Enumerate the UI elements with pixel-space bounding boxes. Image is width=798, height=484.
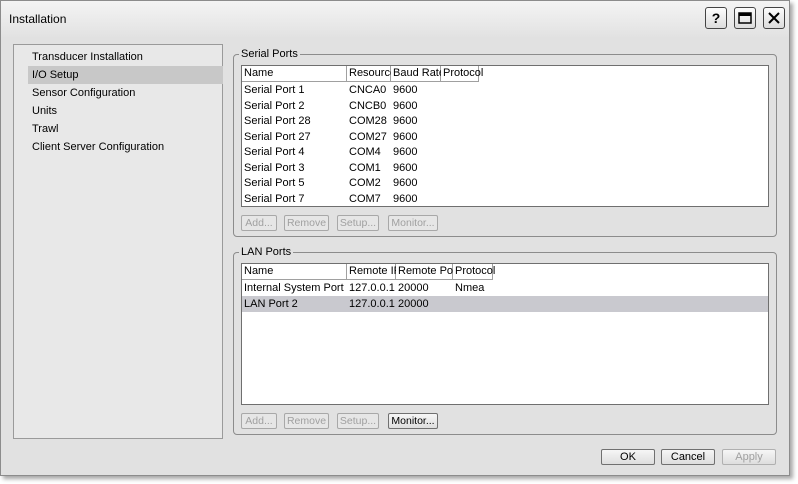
table-row[interactable]: Serial Port 4 COM4 9600 xyxy=(242,144,768,160)
table-cell: Nmea xyxy=(455,282,485,294)
serial-ports-title: Serial Ports xyxy=(239,48,300,60)
table-cell xyxy=(441,82,443,98)
table-cell: LAN Port 2 xyxy=(244,297,298,310)
table-cell: 20000 xyxy=(398,282,429,294)
table-cell: 9600 xyxy=(393,146,418,158)
column-header[interactable]: Protocol xyxy=(453,264,495,280)
table-cell: Serial Port 2 xyxy=(244,99,305,112)
lan-remove-button[interactable]: Remove xyxy=(284,413,329,429)
nav-item[interactable]: Sensor Configuration xyxy=(28,84,223,102)
table-row[interactable]: Serial Port 1 CNCA0 9600 xyxy=(242,82,768,98)
column-header[interactable]: Name xyxy=(242,66,347,82)
lan-add-button[interactable]: Add... xyxy=(241,413,277,429)
table-cell: COM1 xyxy=(349,161,381,174)
table-row[interactable]: Internal System Port 127.0.0.1 20000 Nmea xyxy=(242,280,768,296)
table-cell xyxy=(453,296,455,312)
maximize-icon xyxy=(738,12,752,24)
table-cell: 9600 xyxy=(393,161,418,174)
table-cell: Serial Port 1 xyxy=(244,84,305,96)
table-cell xyxy=(441,113,443,129)
serial-setup-button[interactable]: Setup... xyxy=(337,215,379,231)
table-cell: COM2 xyxy=(349,177,381,189)
table-cell: COM28 xyxy=(349,115,387,127)
table-cell: Serial Port 7 xyxy=(244,192,305,205)
ok-button[interactable]: OK xyxy=(601,449,655,465)
table-cell: CNCA0 xyxy=(349,84,387,96)
table-cell xyxy=(441,98,443,114)
serial-ports-group: Serial Ports Name Resource Baud Rate Protoc… xyxy=(233,48,777,237)
table-row[interactable]: Serial Port 5 COM2 9600 xyxy=(242,175,768,191)
table-cell: COM4 xyxy=(349,146,381,158)
apply-button[interactable]: Apply xyxy=(722,449,776,465)
table-cell: 9600 xyxy=(393,130,418,143)
serial-monitor-button[interactable]: Monitor... xyxy=(388,215,438,231)
nav-item[interactable]: Trawl xyxy=(28,120,223,138)
column-header[interactable]: Remote Port xyxy=(396,264,460,280)
table-cell: COM27 xyxy=(349,130,387,143)
nav-item[interactable]: Transducer Installation xyxy=(28,48,223,66)
lan-ports-group: LAN Ports Name Remote IP Remote Port Protoc… xyxy=(233,246,777,435)
settings-nav: Transducer Installation I/O Setup Sensor C… xyxy=(13,44,223,439)
column-header[interactable]: Name xyxy=(242,264,347,280)
window-title: Installation xyxy=(9,12,67,26)
table-cell: Serial Port 5 xyxy=(244,177,305,189)
lan-setup-button[interactable]: Setup... xyxy=(337,413,379,429)
table-cell: Serial Port 4 xyxy=(244,146,305,158)
table-cell: 127.0.0.1 xyxy=(349,282,395,294)
maximize-button[interactable] xyxy=(734,7,756,29)
table-row[interactable]: Serial Port 28 COM28 9600 xyxy=(242,113,768,129)
table-cell: 127.0.0.1 xyxy=(349,297,395,310)
table-row[interactable]: Serial Port 7 COM7 9600 xyxy=(242,191,768,207)
serial-ports-table[interactable]: Name Resource Baud Rate Protocol Serial Port… xyxy=(241,65,769,207)
table-cell: CNCB0 xyxy=(349,99,387,112)
table-row[interactable]: LAN Port 2 127.0.0.1 20000 xyxy=(242,295,768,312)
close-button[interactable] xyxy=(763,7,785,29)
table-cell xyxy=(441,144,443,160)
table-cell: Internal System Port xyxy=(244,282,344,294)
title-bar: Installation ? xyxy=(1,1,789,37)
table-row[interactable]: Serial Port 27 COM27 9600 xyxy=(242,129,768,145)
nav-item[interactable]: Units xyxy=(28,102,223,120)
nav-item[interactable]: I/O Setup xyxy=(28,66,223,84)
column-header[interactable]: Resource xyxy=(347,66,396,82)
table-cell xyxy=(441,129,443,145)
installation-window: Installation ? Transducer Installation I/… xyxy=(0,0,790,476)
table-cell: 9600 xyxy=(393,99,418,112)
table-cell: Serial Port 3 xyxy=(244,161,305,174)
serial-remove-button[interactable]: Remove xyxy=(284,215,329,231)
table-row[interactable]: Serial Port 2 CNCB0 9600 xyxy=(242,98,768,114)
table-cell: 9600 xyxy=(393,177,418,189)
table-cell: 9600 xyxy=(393,192,418,205)
serial-add-button[interactable]: Add... xyxy=(241,215,277,231)
lan-monitor-button[interactable]: Monitor... xyxy=(388,413,438,429)
table-cell: COM7 xyxy=(349,192,381,205)
table-cell: 20000 xyxy=(398,297,429,310)
table-cell xyxy=(441,160,443,176)
close-icon xyxy=(768,12,780,24)
cancel-button[interactable]: Cancel xyxy=(661,449,715,465)
column-header[interactable]: Baud Rate xyxy=(391,66,445,82)
table-cell: Serial Port 28 xyxy=(244,115,311,127)
help-button[interactable]: ? xyxy=(705,7,727,29)
nav-item[interactable]: Client Server Configuration xyxy=(28,138,223,156)
table-cell: 9600 xyxy=(393,115,418,127)
help-icon: ? xyxy=(711,10,721,26)
table-cell: Serial Port 27 xyxy=(244,130,311,143)
column-header[interactable]: Remote IP xyxy=(347,264,401,280)
lan-ports-table[interactable]: Name Remote IP Remote Port Protocol Internal… xyxy=(241,263,769,405)
table-cell xyxy=(441,191,443,207)
table-row[interactable]: Serial Port 3 COM1 9600 xyxy=(242,160,768,176)
table-cell xyxy=(441,175,443,191)
lan-ports-title: LAN Ports xyxy=(239,246,294,258)
table-cell: 9600 xyxy=(393,84,418,96)
column-header[interactable]: Protocol xyxy=(441,66,483,82)
